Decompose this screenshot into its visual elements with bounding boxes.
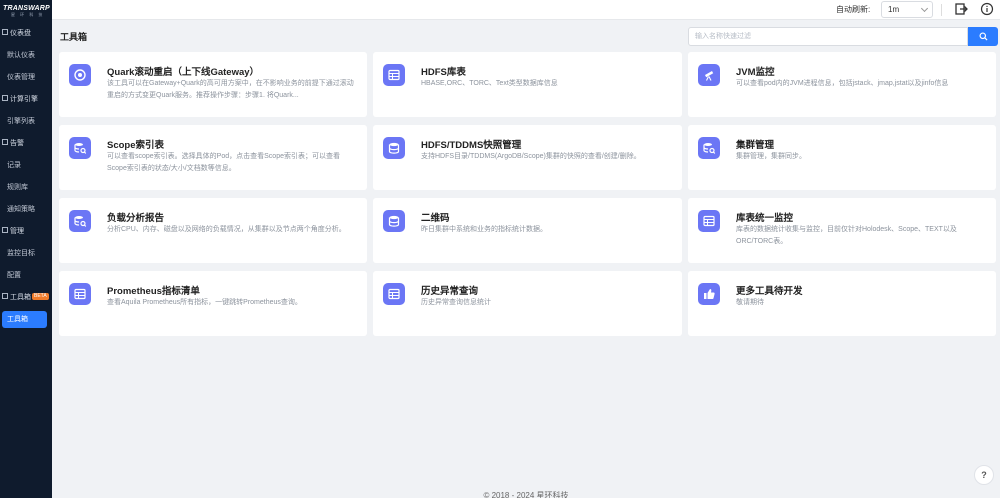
logo-text: TRANSWARP [3, 5, 50, 12]
card-description: 该工具可以在Gateway+Quark的高可用方案中，在不影响业务的前提下通过滚… [107, 80, 354, 99]
card-description: 昨日集群中系统和业务的指标统计数据。 [421, 226, 547, 233]
divider [941, 4, 942, 16]
beta-badge: BETA [32, 292, 49, 300]
card-title: 二维码 [421, 213, 450, 224]
export-icon[interactable] [954, 2, 968, 16]
tool-card-snapshot-management[interactable]: HDFS/TDDMS快照管理 支持HDFS目录/TDDMS(ArgoDB/Sco… [373, 125, 682, 190]
db-search-icon [69, 210, 91, 232]
footer-copyright: © 2018 - 2024 星环科技 [483, 491, 569, 498]
info-icon[interactable] [980, 2, 994, 16]
tool-card-prometheus-metrics[interactable]: Prometheus指标清单 查看Aquila Prometheus所有指标，一… [59, 271, 367, 336]
main-content: 工具箱 Quark滚动重启（上下线Gateway） 该工具可以在Gateway+… [52, 21, 1000, 486]
chevron-down-icon [920, 4, 929, 13]
question-mark-icon: ? [981, 470, 987, 480]
card-description: 集群管理，集群同步。 [736, 153, 806, 160]
card-title: 更多工具待开发 [736, 286, 803, 297]
thumbs-up-icon [698, 283, 720, 305]
collapse-icon [2, 293, 8, 300]
card-title: Quark滚动重启（上下线Gateway） [107, 67, 260, 78]
collapse-icon [2, 139, 8, 146]
collapse-icon [2, 227, 8, 234]
sidebar: TRANSWARP 星 环 科 技 仪表盘 默认仪表 仪表管理 计算引擎 引擎列… [0, 0, 52, 498]
sidebar-item-toolbox[interactable]: 工具箱 [2, 311, 47, 328]
search-input[interactable] [688, 27, 968, 46]
sidebar-item-engine-list[interactable]: 引擎列表 [0, 111, 52, 133]
card-description: 历史异常查询信息统计 [421, 299, 491, 306]
table-icon [383, 283, 405, 305]
db-search-icon [69, 137, 91, 159]
card-title: Scope索引表 [107, 140, 165, 151]
sidebar-group-engine[interactable]: 计算引擎 [0, 89, 52, 111]
search-icon [978, 32, 988, 41]
search-button[interactable] [968, 27, 998, 46]
sidebar-item-label: 告警 [10, 140, 24, 147]
sidebar-item-config[interactable]: 配置 [0, 265, 52, 287]
sidebar-item-monitor-targets[interactable]: 监控目标 [0, 243, 52, 265]
tool-card-quark-restart[interactable]: Quark滚动重启（上下线Gateway） 该工具可以在Gateway+Quar… [59, 52, 367, 117]
card-title: 集群管理 [736, 140, 775, 151]
card-title: Prometheus指标清单 [107, 286, 200, 297]
tool-card-cluster-management[interactable]: 集群管理 集群管理，集群同步。 [688, 125, 996, 190]
logo-subtext: 星 环 科 技 [11, 12, 45, 17]
card-title: HDFS/TDDMS快照管理 [421, 140, 522, 151]
sidebar-group-toolbox[interactable]: 工具箱 BETA [0, 287, 52, 309]
card-description: 库表的数据统计收集与监控，目前仅针对Holodesk、Scope、TEXT以及O… [736, 226, 957, 245]
collapse-icon [2, 29, 8, 36]
auto-refresh-label: 自动刷新: [836, 5, 871, 14]
sidebar-item-label: 仪表盘 [10, 30, 31, 37]
card-description: 可以查看scope索引表。选择具体的Pod，点击查看Scope索引表；可以查看S… [107, 153, 340, 172]
db-search-icon [698, 137, 720, 159]
page-title: 工具箱 [60, 32, 88, 42]
tool-card-table-monitor[interactable]: 库表统一监控 库表的数据统计收集与监控，目前仅针对Holodesk、Scope、… [688, 198, 996, 263]
tool-card-scope-index[interactable]: Scope索引表 可以查看scope索引表。选择具体的Pod，点击查看Scope… [59, 125, 367, 190]
card-description: 支持HDFS目录/TDDMS(ArgoDB/Scope)集群的快照的查看/创建/… [421, 153, 641, 160]
tool-card-qr-code[interactable]: 二维码 昨日集群中系统和业务的指标统计数据。 [373, 198, 682, 263]
card-description: 敬请期待 [736, 299, 764, 306]
sidebar-group-dashboard[interactable]: 仪表盘 [0, 23, 52, 45]
restart-icon [69, 64, 91, 86]
collapse-icon [2, 95, 8, 102]
sidebar-nav: 仪表盘 默认仪表 仪表管理 计算引擎 引擎列表 告警 记录 规则库 通知策略 管… [0, 23, 52, 328]
sidebar-item-default-dashboard[interactable]: 默认仪表 [0, 45, 52, 67]
card-description: 分析CPU、内存、磁盘以及网络的负载情况，从集群以及节点两个角度分析。 [107, 226, 346, 233]
auto-refresh-value: 1m [888, 5, 900, 14]
logo: TRANSWARP 星 环 科 技 [0, 0, 52, 20]
sidebar-item-dashboard-management[interactable]: 仪表管理 [0, 67, 52, 89]
sidebar-group-management[interactable]: 管理 [0, 221, 52, 243]
card-title: JVM监控 [736, 67, 775, 78]
table-icon [69, 283, 91, 305]
card-description: HBASE,ORC、TORC、Text类型数据库信息 [421, 80, 558, 87]
topbar: 自动刷新: 1m [52, 0, 1000, 20]
tool-card-more-tools[interactable]: 更多工具待开发 敬请期待 [688, 271, 996, 336]
sidebar-item-label: 管理 [10, 228, 24, 235]
telescope-icon [698, 64, 720, 86]
tool-card-load-analysis[interactable]: 负载分析报告 分析CPU、内存、磁盘以及网络的负载情况，从集群以及节点两个角度分… [59, 198, 367, 263]
card-title: 负载分析报告 [107, 213, 165, 224]
card-title: 库表统一监控 [736, 213, 794, 224]
sidebar-item-rules[interactable]: 规则库 [0, 177, 52, 199]
sidebar-group-alert[interactable]: 告警 [0, 133, 52, 155]
card-title: 历史异常查询 [421, 286, 479, 297]
card-title: HDFS库表 [421, 67, 466, 78]
tool-card-history-anomaly[interactable]: 历史异常查询 历史异常查询信息统计 [373, 271, 682, 336]
auto-refresh-select[interactable]: 1m [881, 1, 933, 18]
help-button[interactable]: ? [974, 465, 994, 485]
database-icon [383, 137, 405, 159]
sidebar-item-label: 工具箱 [10, 294, 31, 301]
card-description: 可以查看pod内的JVM进程信息，包括jstack、jmap,jstat以及ji… [736, 80, 949, 87]
tool-card-grid: Quark滚动重启（上下线Gateway） 该工具可以在Gateway+Quar… [59, 52, 996, 336]
sidebar-item-label: 计算引擎 [10, 96, 38, 103]
tool-card-hdfs-tables[interactable]: HDFS库表 HBASE,ORC、TORC、Text类型数据库信息 [373, 52, 682, 117]
tool-card-jvm-monitor[interactable]: JVM监控 可以查看pod内的JVM进程信息，包括jstack、jmap,jst… [688, 52, 996, 117]
table-icon [698, 210, 720, 232]
database-icon [383, 210, 405, 232]
sidebar-item-records[interactable]: 记录 [0, 155, 52, 177]
table-icon [383, 64, 405, 86]
card-description: 查看Aquila Prometheus所有指标，一键跳转Prometheus查询… [107, 299, 302, 306]
sidebar-item-notify-policy[interactable]: 通知策略 [0, 199, 52, 221]
